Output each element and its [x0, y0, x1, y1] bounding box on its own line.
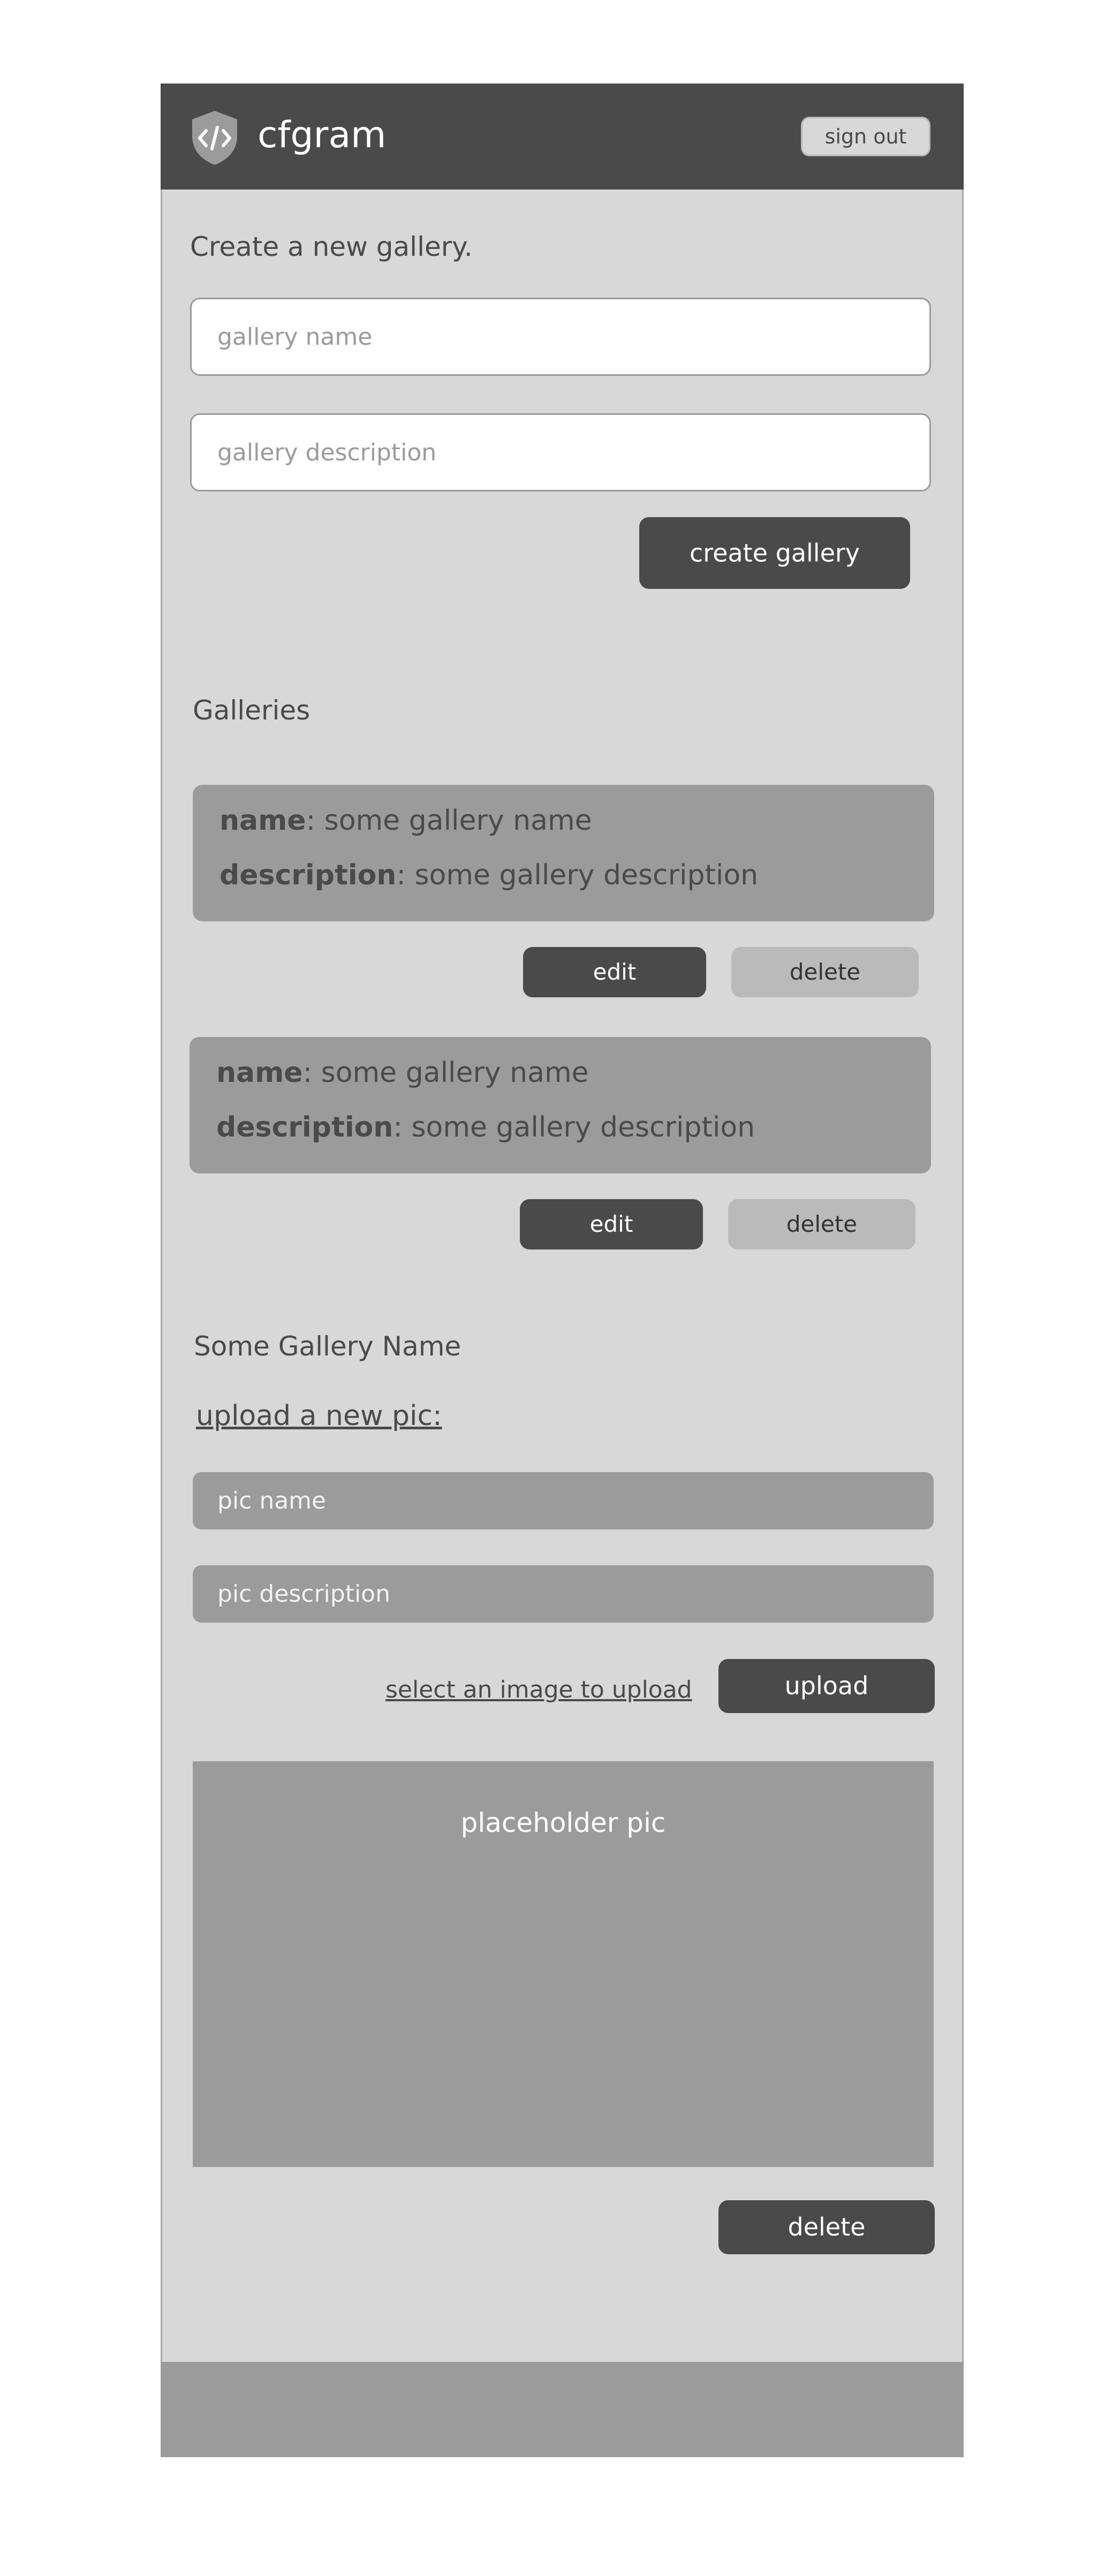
- app-window: cfgram sign out Create a new gallery. cr…: [161, 84, 964, 2457]
- gallery-description-input[interactable]: [190, 413, 931, 491]
- shield-code-icon: [192, 111, 237, 165]
- pic-description-input[interactable]: [193, 1565, 934, 1623]
- placeholder-pic: placeholder pic: [193, 1761, 934, 2167]
- pic-name-input[interactable]: [193, 1472, 934, 1529]
- gallery-description-line: description: some gallery description: [216, 1111, 755, 1143]
- gallery-description-line: description: some gallery description: [220, 859, 759, 891]
- gallery-name-input[interactable]: [190, 298, 931, 376]
- gallery-card: name: some gallery name description: som…: [193, 785, 934, 921]
- app-title: cfgram: [258, 114, 387, 156]
- gallery-name-line: name: some gallery name: [220, 805, 592, 837]
- delete-pic-button[interactable]: delete: [718, 2200, 935, 2254]
- delete-gallery-button[interactable]: delete: [731, 947, 919, 997]
- upload-button[interactable]: upload: [718, 1659, 935, 1713]
- gallery-name-line: name: some gallery name: [216, 1057, 589, 1089]
- select-image-link[interactable]: select an image to upload: [385, 1671, 692, 1709]
- header-bar: cfgram sign out: [161, 84, 964, 190]
- sign-out-button[interactable]: sign out: [801, 117, 930, 156]
- galleries-heading: Galleries: [193, 695, 311, 726]
- create-gallery-heading: Create a new gallery.: [190, 231, 473, 262]
- gallery-detail-title: Some Gallery Name: [194, 1331, 461, 1362]
- placeholder-pic-label: placeholder pic: [460, 1807, 666, 1838]
- gallery-card: name: some gallery name description: som…: [190, 1037, 931, 1173]
- upload-new-pic-link[interactable]: upload a new pic:: [196, 1397, 442, 1435]
- edit-gallery-button[interactable]: edit: [523, 947, 706, 997]
- delete-gallery-button[interactable]: delete: [728, 1199, 915, 1249]
- edit-gallery-button[interactable]: edit: [520, 1199, 703, 1249]
- footer-bar: [161, 2362, 964, 2457]
- create-gallery-button[interactable]: create gallery: [639, 517, 910, 589]
